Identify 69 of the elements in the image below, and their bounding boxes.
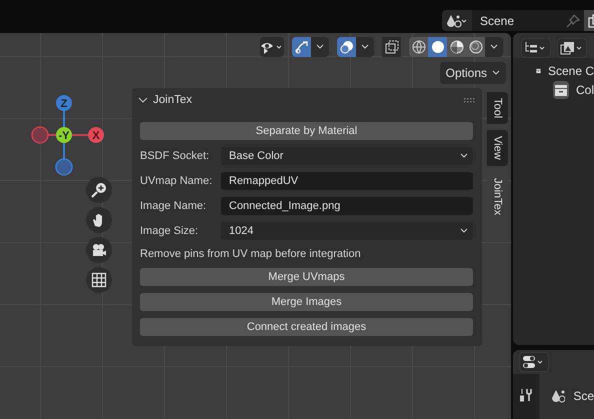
outliner-item[interactable]: Col [576,83,594,97]
action-button[interactable]: Merge UVmaps [140,268,473,286]
xray-toggle[interactable] [382,37,401,57]
sidebar-tab[interactable]: View [487,130,508,166]
tool-icon[interactable] [519,388,534,402]
material-sphere-icon [450,40,464,54]
scene-name: Scene [480,14,514,28]
zoom-icon [91,182,107,198]
collapse-caret-icon[interactable] [138,96,148,104]
overlays-toggle[interactable] [337,37,356,57]
shading-mode-button[interactable] [409,37,428,57]
field-label: Image Name: [140,200,208,212]
axis-label: -Y [58,130,70,142]
sidebar-tab[interactable]: Tool [487,92,508,124]
caret-icon [460,228,468,234]
axis-label: Z [60,98,68,110]
gizmo-icon [294,40,308,54]
xray-icon [384,40,398,54]
pan-button[interactable] [86,207,112,233]
display-mode-dropdown[interactable] [521,38,551,58]
action-button[interactable]: Connect created images [140,318,473,336]
dropdown-field[interactable]: 1024 [221,222,473,240]
zoom-button[interactable] [86,177,112,203]
grid-icon [91,272,107,288]
visibility-dropdown[interactable] [260,37,284,57]
caret-icon [460,153,468,159]
action-button[interactable]: Merge Images [140,293,473,311]
caret-icon [316,44,324,50]
scene-label: Sce [573,389,594,403]
caret-button[interactable] [311,37,329,57]
action-button[interactable]: Separate by Material [140,122,473,140]
wireframe-sphere-icon [412,40,426,54]
image-stack-icon [560,41,584,55]
text-field[interactable]: RemappedUV [221,172,473,190]
shading-mode-button[interactable] [466,37,485,57]
solid-sphere-icon [430,40,444,54]
options-dropdown[interactable]: Options [440,62,506,84]
panel-title: JoinTex [153,94,192,106]
pin-icon[interactable] [566,14,580,28]
scene-icon [551,389,566,403]
collection-icon [553,81,569,99]
grid-view-button[interactable] [86,267,112,293]
gizmo-toggle[interactable] [292,37,311,57]
caret-icon [492,70,500,76]
overlays-icon [340,40,354,54]
filter-dropdown[interactable] [557,38,587,58]
caret-button[interactable] [356,37,374,57]
outliner-item[interactable]: Scene C [548,64,594,78]
caret-icon [361,44,369,50]
axis-label: X [92,130,100,142]
field-label: BSDF Socket: [140,150,210,162]
shading-mode-button[interactable] [428,37,447,57]
camera-icon [91,242,107,258]
caret-icon [490,44,498,50]
text-field[interactable]: Connected_Image.png [221,197,473,215]
drag-handle-icon[interactable] [464,98,476,102]
hint-text: Remove pins from UV map before integration [140,247,362,261]
rendered-sphere-icon [468,40,482,54]
shading-mode-button[interactable] [447,37,466,57]
scene-field[interactable]: Scene [472,10,584,31]
dropdown-field[interactable]: Base Color [221,147,473,165]
field-label: Image Size: [140,225,200,237]
scene-icon [446,14,468,28]
editor-type-dropdown[interactable] [519,352,549,372]
caret-button[interactable] [485,37,503,57]
camera-button[interactable] [86,237,112,263]
field-label: UVmap Name: [140,175,214,187]
navigation-gizmo-drawing[interactable] [31,95,104,176]
scene-type-dropdown[interactable] [442,10,472,31]
